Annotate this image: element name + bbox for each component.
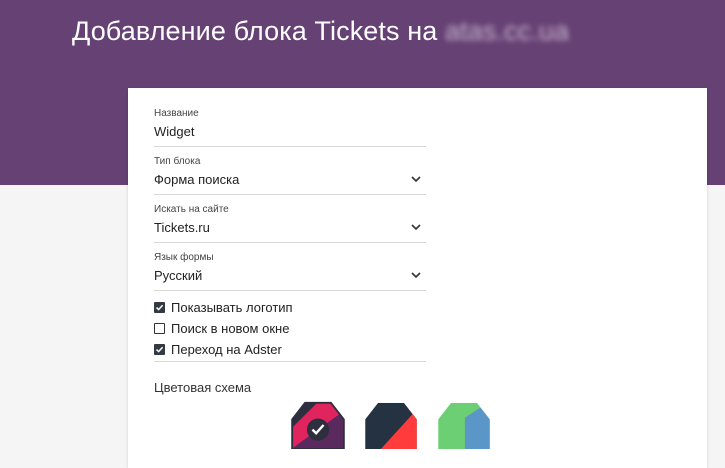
- show-logo-option[interactable]: Показывать логотип: [154, 297, 293, 317]
- new-window-label: Поиск в новом окне: [171, 320, 290, 336]
- form-language-selected: Русский: [154, 268, 203, 283]
- name-label: Название: [154, 108, 199, 119]
- checkmark-icon: [155, 346, 164, 353]
- chevron-down-icon[interactable]: [410, 269, 422, 281]
- site-domain: atas.cc.ua: [444, 16, 570, 46]
- block-type-label: Тип блока: [154, 156, 201, 167]
- block-type-selected: Форма поиска: [154, 172, 240, 187]
- show-logo-checkbox[interactable]: [154, 301, 165, 313]
- form-language-value[interactable]: Русский: [154, 268, 426, 291]
- form-language-select[interactable]: Язык формы Русский: [154, 252, 426, 291]
- show-logo-label: Показывать логотип: [171, 299, 293, 315]
- new-window-checkbox[interactable]: [154, 322, 165, 334]
- search-site-selected: Tickets.ru: [154, 220, 210, 235]
- page-title: Добавление блока Tickets на atas.cc.ua: [72, 16, 569, 47]
- color-scheme-swatch-navy-red[interactable]: [363, 401, 419, 449]
- section-divider: [154, 361, 426, 362]
- adster-label: Переход на Adster: [171, 341, 282, 357]
- search-site-select[interactable]: Искать на сайте Tickets.ru: [154, 204, 426, 243]
- block-type-value[interactable]: Форма поиска: [154, 172, 426, 195]
- options-group: Показывать логотип Поиск в новом окне Пе…: [154, 297, 293, 360]
- new-window-option[interactable]: Поиск в новом окне: [154, 318, 293, 338]
- chevron-down-icon[interactable]: [410, 173, 422, 185]
- color-scheme-title: Цветовая схема: [154, 380, 252, 395]
- name-field[interactable]: Название Widget: [154, 108, 426, 147]
- name-input[interactable]: Widget: [154, 124, 426, 147]
- color-scheme-swatch-dark-pink[interactable]: [290, 401, 346, 449]
- search-site-label: Искать на сайте: [154, 204, 229, 215]
- adster-checkbox[interactable]: [154, 343, 165, 355]
- block-type-select[interactable]: Тип блока Форма поиска: [154, 156, 426, 195]
- form-language-label: Язык формы: [154, 252, 214, 263]
- checkmark-icon: [155, 304, 164, 311]
- chevron-down-icon[interactable]: [410, 221, 422, 233]
- page-title-text: Добавление блока Tickets на: [72, 16, 438, 46]
- color-scheme-swatch-green-blue[interactable]: [436, 401, 492, 449]
- adster-option[interactable]: Переход на Adster: [154, 339, 293, 359]
- search-site-value[interactable]: Tickets.ru: [154, 220, 426, 243]
